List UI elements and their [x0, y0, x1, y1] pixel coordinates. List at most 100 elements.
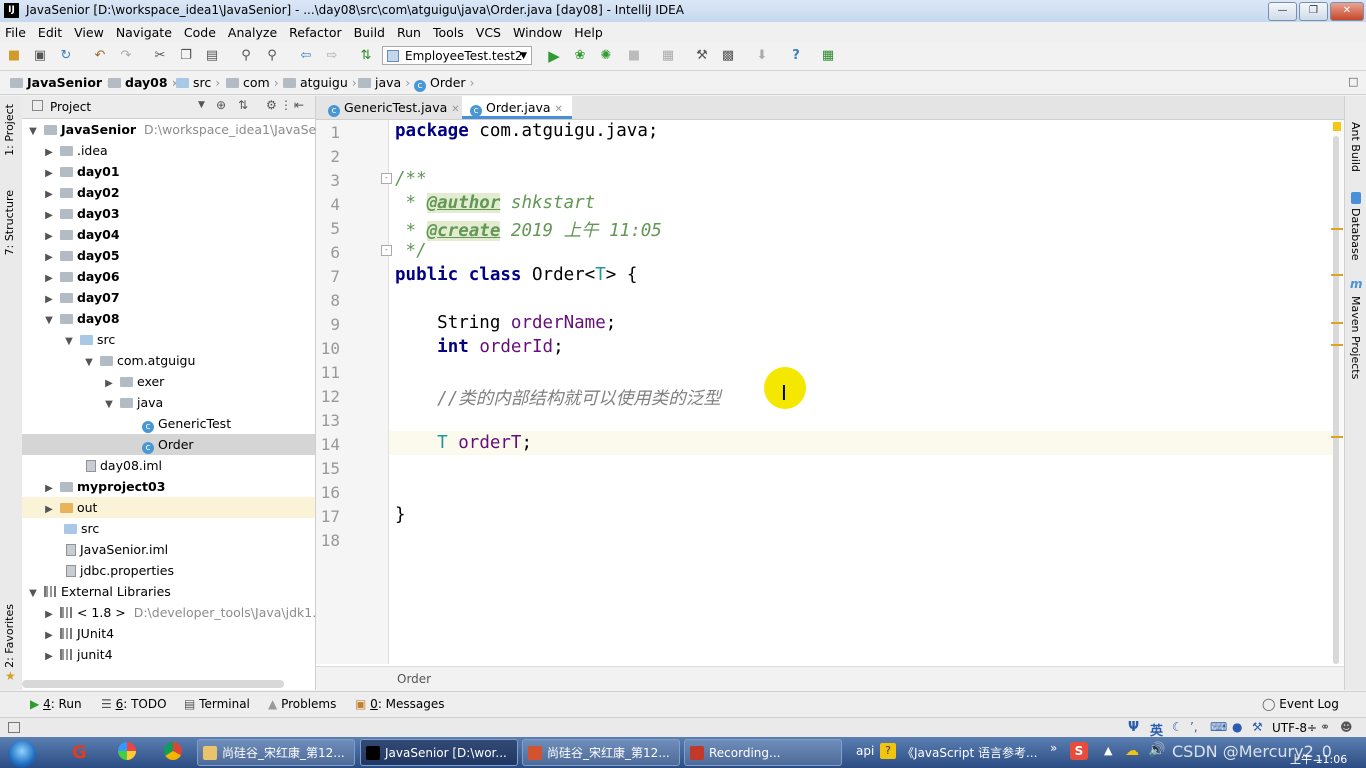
tree-item[interactable]: jdbc.properties: [22, 560, 315, 581]
breadcrumb-com[interactable]: com ›: [226, 75, 279, 90]
code-line-1[interactable]: package com.atguigu.java;: [395, 121, 658, 141]
expand-icon[interactable]: □: [1348, 75, 1358, 88]
locate-icon[interactable]: ⊕: [216, 98, 226, 112]
menu-window[interactable]: Window: [507, 22, 568, 43]
warning-indicator-icon[interactable]: [1333, 122, 1341, 131]
tree-item[interactable]: ▶ day06: [22, 266, 315, 287]
breadcrumb-src[interactable]: src ›: [176, 75, 220, 90]
pinwheel-icon[interactable]: [118, 742, 136, 760]
save-icon[interactable]: ▣: [32, 48, 48, 64]
forward-icon[interactable]: ⇨: [324, 48, 340, 64]
code-line-12[interactable]: //类的内部结构就可以使用类的泛型: [395, 385, 721, 410]
code-line-17[interactable]: }: [395, 505, 406, 525]
menu-build[interactable]: Build: [348, 22, 391, 43]
code-line-3[interactable]: /**: [395, 169, 427, 189]
tab-database[interactable]: Database: [1349, 208, 1362, 261]
tray-expand-icon[interactable]: ▲: [1104, 744, 1112, 757]
tree-item[interactable]: ▶ .idea: [22, 140, 315, 161]
coverage-icon[interactable]: ✺: [598, 48, 614, 64]
chrome-icon[interactable]: [164, 742, 182, 760]
tab-order[interactable]: c Order.java ✕: [462, 96, 572, 119]
tree-item-selected[interactable]: c Order: [22, 434, 315, 455]
taskbar-api-label[interactable]: api: [856, 744, 874, 758]
more-icon[interactable]: »: [1050, 741, 1057, 755]
tab-problems[interactable]: ▲ Problems: [268, 697, 336, 711]
tab-project[interactable]: 1: Project: [3, 104, 16, 156]
taskbar-item-powerpoint[interactable]: 尚硅谷_宋红康_第12...: [522, 739, 680, 766]
inspector-icon[interactable]: ☻: [1340, 720, 1353, 734]
tree-item[interactable]: ▶ JUnit4: [22, 623, 315, 644]
app-g-icon[interactable]: G: [72, 742, 87, 763]
menu-refactor[interactable]: Refactor: [283, 22, 347, 43]
horizontal-scrollbar[interactable]: [22, 680, 284, 688]
project-structure-icon[interactable]: ▩: [720, 48, 736, 64]
menu-edit[interactable]: Edit: [32, 22, 68, 43]
tab-generictest[interactable]: c GenericTest.java ✕: [320, 96, 460, 119]
collapse-icon[interactable]: ⇅: [238, 98, 248, 112]
editor-breadcrumb[interactable]: Order: [397, 672, 431, 686]
layout-icon[interactable]: [8, 722, 20, 733]
menu-navigate[interactable]: Navigate: [110, 22, 178, 43]
tree-item[interactable]: ▶ day04: [22, 224, 315, 245]
tree-item[interactable]: ▶ < 1.8 > D:\developer_tools\Java\jdk1.8…: [22, 602, 328, 623]
breadcrumb-order[interactable]: c Order ›: [414, 75, 475, 92]
gear-icon[interactable]: ⚙: [266, 98, 277, 112]
menu-code[interactable]: Code: [178, 22, 222, 43]
menu-vcs[interactable]: VCS: [470, 22, 507, 43]
menu-view[interactable]: View: [68, 22, 110, 43]
redo-icon[interactable]: ↷: [118, 48, 134, 64]
help-doc-icon[interactable]: ?: [880, 743, 896, 759]
tree-item[interactable]: ▼ java: [22, 392, 315, 413]
tree-item[interactable]: ▶ day02: [22, 182, 315, 203]
help-icon[interactable]: ?: [788, 48, 804, 64]
stop-icon[interactable]: ■: [626, 48, 642, 64]
tree-item[interactable]: ▼ com.atguigu: [22, 350, 315, 371]
breadcrumb-javasenior[interactable]: JavaSenior ›: [10, 75, 112, 90]
tree-item[interactable]: ▼ External Libraries: [22, 581, 315, 602]
project-view-label[interactable]: Project: [50, 100, 91, 114]
vertical-scrollbar[interactable]: [1333, 136, 1339, 664]
menu-file[interactable]: File: [0, 22, 32, 43]
vcs-icon[interactable]: ▦: [660, 48, 676, 64]
tree-item[interactable]: ▶ day07: [22, 287, 315, 308]
taskbar-item-recording[interactable]: Recording...: [684, 739, 842, 766]
menu-analyze[interactable]: Analyze: [222, 22, 283, 43]
menu-tools[interactable]: Tools: [427, 22, 470, 43]
code-line-4[interactable]: * @author shkstart: [395, 193, 595, 213]
more-icon[interactable]: ⋮: [280, 98, 292, 112]
tab-ant-build[interactable]: Ant Build: [1349, 122, 1362, 172]
back-icon[interactable]: ⇦: [298, 48, 314, 64]
start-button[interactable]: [8, 740, 36, 768]
maximize-button[interactable]: ❐: [1299, 2, 1328, 21]
code-line-10[interactable]: int orderId;: [395, 337, 563, 357]
undo-icon[interactable]: ↶: [92, 48, 108, 64]
menu-run[interactable]: Run: [391, 22, 427, 43]
paste-icon[interactable]: ▤: [204, 48, 220, 64]
tree-item[interactable]: c GenericTest: [22, 413, 315, 434]
tree-item[interactable]: JavaSenior.iml: [22, 539, 315, 560]
breadcrumb-day08[interactable]: day08 ›: [108, 75, 177, 90]
tab-favorites[interactable]: 2: Favorites: [3, 604, 16, 668]
file-encoding[interactable]: UTF-8÷: [1272, 721, 1317, 735]
close-tab-icon[interactable]: ✕: [555, 104, 563, 115]
fold-icon[interactable]: -: [381, 245, 392, 256]
sogou-icon[interactable]: S: [1070, 742, 1088, 760]
tree-item[interactable]: ▼ day08: [22, 308, 315, 329]
lock-icon[interactable]: ⚭: [1320, 720, 1330, 734]
code-line-14[interactable]: T orderT;: [395, 433, 532, 453]
tree-item[interactable]: ▶ day01: [22, 161, 315, 182]
close-tab-icon[interactable]: ✕: [451, 104, 459, 115]
taskbar-js-doc[interactable]: 《JavaScript 语言参考...: [902, 744, 1037, 761]
code-line-5[interactable]: * @create 2019 上午 11:05: [395, 217, 662, 242]
tree-item[interactable]: day08.iml: [22, 455, 315, 476]
code-line-7[interactable]: public class Order<T> {: [395, 265, 637, 285]
tab-todo[interactable]: ☰ 6: TODO: [101, 697, 167, 711]
build-icon[interactable]: ⇅: [358, 48, 374, 64]
tab-terminal[interactable]: ▤ Terminal: [184, 697, 250, 711]
find-icon[interactable]: ⚲: [238, 48, 254, 64]
tab-run[interactable]: ▶ 4: Run: [30, 697, 82, 711]
event-log-button[interactable]: ◯ Event Log: [1262, 697, 1339, 711]
run-icon[interactable]: ▶: [546, 48, 562, 64]
sync-icon[interactable]: ↻: [58, 48, 74, 64]
taskbar-item-intellij[interactable]: JavaSenior [D:\wor...: [360, 739, 518, 766]
